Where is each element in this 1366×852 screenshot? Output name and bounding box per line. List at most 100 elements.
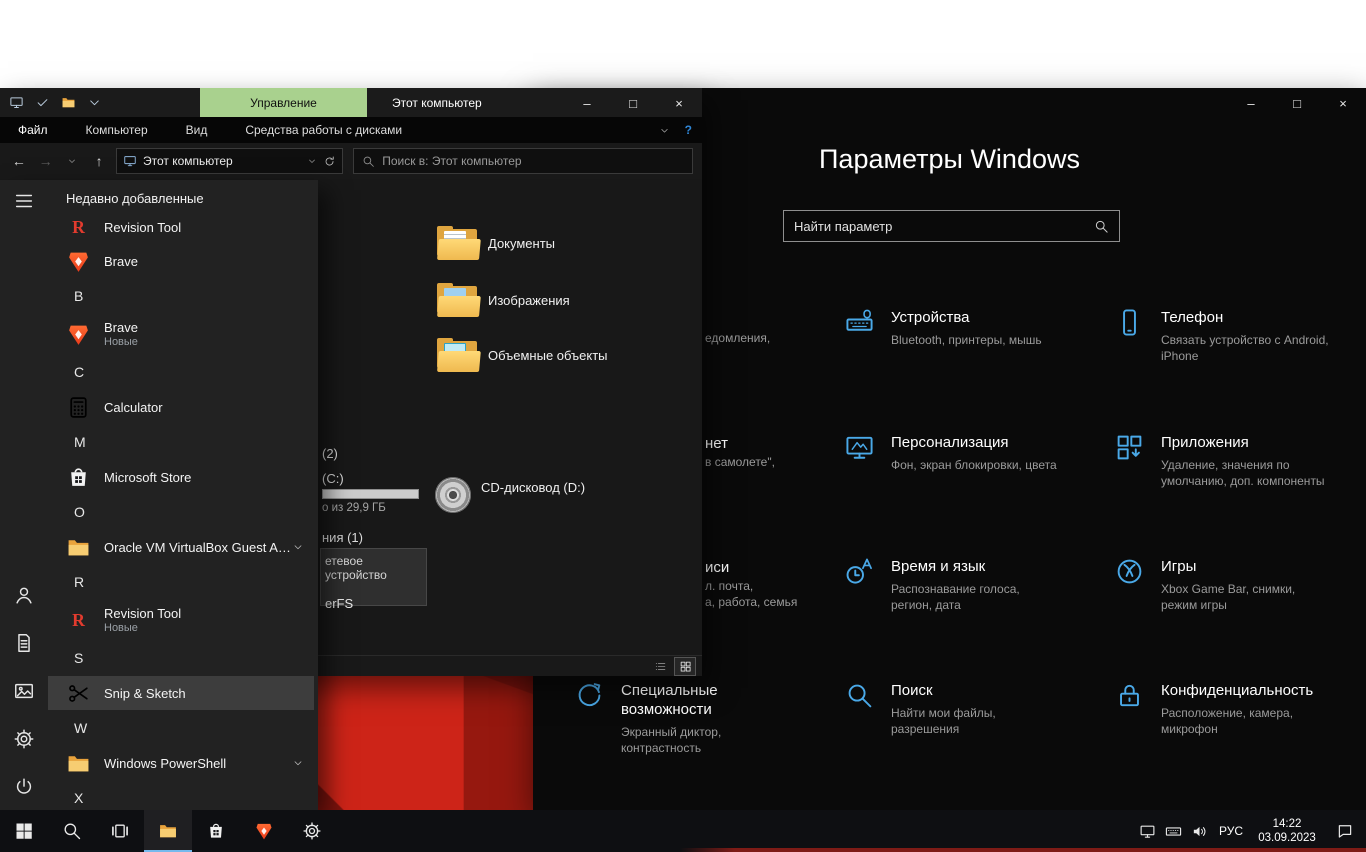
- start-settings-button[interactable]: [13, 728, 35, 750]
- address-bar[interactable]: Этот компьютер: [116, 148, 344, 174]
- back-button[interactable]: ←: [9, 150, 29, 172]
- ribbon-tab-средства-работы-с-дисками[interactable]: Средства работы с дисками: [245, 123, 402, 137]
- start-power-button[interactable]: [13, 776, 35, 798]
- explorer-minimize-button[interactable]: –: [564, 88, 610, 118]
- taskbar-app-buttons: [0, 810, 336, 852]
- start-app-microsoft-store[interactable]: Microsoft Store: [48, 460, 314, 494]
- taskbar-explorer-button[interactable]: [144, 810, 192, 852]
- start-app-snip-sketch[interactable]: Snip & Sketch: [48, 676, 314, 710]
- quick-access-folder[interactable]: [61, 95, 76, 110]
- taskbar-brave-button[interactable]: [240, 810, 288, 852]
- settings-category-персонализация[interactable]: Персонализация Фон, экран блокировки, цве…: [845, 433, 1057, 473]
- taskbar-settings-button[interactable]: [288, 810, 336, 852]
- cd-drive-tile[interactable]: CD-дисковод (D:): [435, 477, 585, 513]
- folder-tile-изображения[interactable]: Изображения: [437, 283, 570, 317]
- up-button[interactable]: ↑: [89, 150, 109, 172]
- start-section-letter-r[interactable]: R: [48, 564, 314, 600]
- list-view-button[interactable]: [650, 658, 670, 675]
- settings-close-button[interactable]: ×: [1320, 88, 1366, 118]
- settings-category-text: Специальные возможности Экранный диктор, …: [621, 681, 793, 756]
- settings-maximize-button[interactable]: □: [1274, 88, 1320, 118]
- explorer-close-button[interactable]: ×: [656, 88, 702, 118]
- start-section-letter-m[interactable]: M: [48, 424, 314, 460]
- start-app-brave[interactable]: Brave Новые: [48, 314, 314, 354]
- drives-group-header-fragment[interactable]: (2): [322, 446, 338, 461]
- start-section-letter-w[interactable]: W: [48, 710, 314, 746]
- action-center-button[interactable]: [1324, 810, 1366, 852]
- recently-added-header: Недавно добавленные: [66, 190, 204, 206]
- tray-network-icon[interactable]: [1134, 810, 1160, 852]
- start-section-letter-o[interactable]: O: [48, 494, 314, 530]
- start-section-letter-b[interactable]: B: [48, 278, 314, 314]
- start-account-button[interactable]: [13, 584, 35, 606]
- help-icon[interactable]: ?: [685, 123, 692, 137]
- network-icon: [1139, 823, 1156, 840]
- tray-keyboard-icon[interactable]: [1160, 810, 1186, 852]
- explorer-maximize-button[interactable]: □: [610, 88, 656, 118]
- taskbar-store-button[interactable]: [192, 810, 240, 852]
- forward-button[interactable]: →: [36, 150, 56, 172]
- quick-access-check[interactable]: [35, 95, 50, 110]
- folder-tile-объемные-объекты[interactable]: Объемные объекты: [437, 338, 608, 372]
- start-section-letter-s[interactable]: S: [48, 640, 314, 676]
- language-indicator[interactable]: РУС: [1212, 824, 1250, 838]
- settings-search-box[interactable]: Найти параметр: [783, 210, 1120, 242]
- ribbon-tab-файл[interactable]: Файл: [18, 123, 48, 137]
- start-app-windows-powershell[interactable]: Windows PowerShell: [48, 746, 314, 780]
- settings-category-конфиденциальность[interactable]: Конфиденциальность Расположение, камера, …: [1115, 681, 1333, 737]
- apps-icon: [1115, 433, 1144, 462]
- folder-tile-документы[interactable]: Документы: [437, 226, 555, 260]
- settings-minimize-button[interactable]: –: [1228, 88, 1274, 118]
- start-button[interactable]: [0, 810, 48, 852]
- network-group-header-fragment[interactable]: ния (1): [322, 530, 363, 545]
- history-dropdown-button[interactable]: [63, 150, 83, 172]
- ribbon-collapse-icon[interactable]: [659, 125, 670, 136]
- settings-category-приложения[interactable]: Приложения Удаление, значения по умолчани…: [1115, 433, 1333, 489]
- settings-category-text: Поиск Найти мои файлы, разрешения: [891, 681, 1063, 737]
- taskbar-search-button[interactable]: [48, 810, 96, 852]
- settings-category-игры[interactable]: Игры Xbox Game Bar, снимки, режим игры: [1115, 557, 1333, 613]
- start-pictures-button[interactable]: [13, 680, 35, 702]
- settings-category-поиск[interactable]: Поиск Найти мои файлы, разрешения: [845, 681, 1063, 737]
- thumbnail-view-button[interactable]: [675, 657, 695, 675]
- network-location-tile[interactable]: етевое устройство erFS: [320, 548, 427, 611]
- ribbon-tab-компьютер[interactable]: Компьютер: [86, 123, 148, 137]
- settings-occluded-category-fragment[interactable]: иси л. почта, а, работа, семья: [705, 558, 797, 610]
- ribbon-tab-вид[interactable]: Вид: [186, 123, 208, 137]
- settings-category-телефон[interactable]: Телефон Связать устройство с Android, iPh…: [1115, 308, 1333, 364]
- settings-category-специальные-возможности[interactable]: Специальные возможности Экранный диктор, …: [575, 681, 793, 756]
- settings-category-устройства[interactable]: Устройства Bluetooth, принтеры, мышь: [845, 308, 1042, 348]
- start-app-brave[interactable]: Brave: [48, 244, 314, 278]
- settings-occluded-category-fragment[interactable]: едомления,: [705, 330, 770, 346]
- quick-access-this-pc[interactable]: [9, 95, 24, 110]
- task-view-button[interactable]: [96, 810, 144, 852]
- start-app-calculator[interactable]: Calculator: [48, 390, 314, 424]
- start-app-oracle-vm-virtualbox-guest-addit[interactable]: Oracle VM VirtualBox Guest Addit...: [48, 530, 314, 564]
- start-section-letter-c[interactable]: C: [48, 354, 314, 390]
- start-app-text: Windows PowerShell: [104, 756, 226, 771]
- clock[interactable]: 14:22 03.09.2023: [1250, 817, 1324, 845]
- fragment-line: л. почта,: [705, 579, 754, 593]
- calculator-icon: [66, 395, 91, 420]
- settings-category-время-и-язык[interactable]: Время и язык Распознавание голоса, регион…: [845, 557, 1063, 613]
- time-language-icon: [845, 557, 874, 586]
- tray-speaker-icon[interactable]: [1186, 810, 1212, 852]
- quick-access-dropdown[interactable]: [87, 95, 102, 110]
- start-app-revision-tool[interactable]: R Revision Tool Новые: [48, 600, 314, 640]
- address-dropdown-icon[interactable]: [307, 156, 317, 166]
- explorer-search-box[interactable]: Поиск в: Этот компьютер: [353, 148, 694, 174]
- view-thumb-icon: [679, 660, 692, 673]
- start-documents-button[interactable]: [13, 632, 35, 654]
- start-section-letter-x[interactable]: X: [48, 780, 314, 810]
- start-app-list: Недавно добавленные R Revision Tool Brave B…: [48, 186, 314, 810]
- search-icon: [362, 155, 375, 168]
- revision-icon: R: [66, 608, 91, 633]
- ribbon-contextual-tab-management[interactable]: Управление: [200, 88, 367, 117]
- settings-occluded-category-fragment[interactable]: нет в самолете",: [705, 434, 775, 470]
- refresh-icon[interactable]: [323, 155, 336, 168]
- document-icon: [13, 632, 35, 654]
- speaker-icon: [1191, 823, 1208, 840]
- start-app-revision-tool[interactable]: R Revision Tool: [48, 210, 314, 244]
- settings-category-text: Персонализация Фон, экран блокировки, цве…: [891, 433, 1057, 473]
- start-expand-button[interactable]: [13, 190, 35, 212]
